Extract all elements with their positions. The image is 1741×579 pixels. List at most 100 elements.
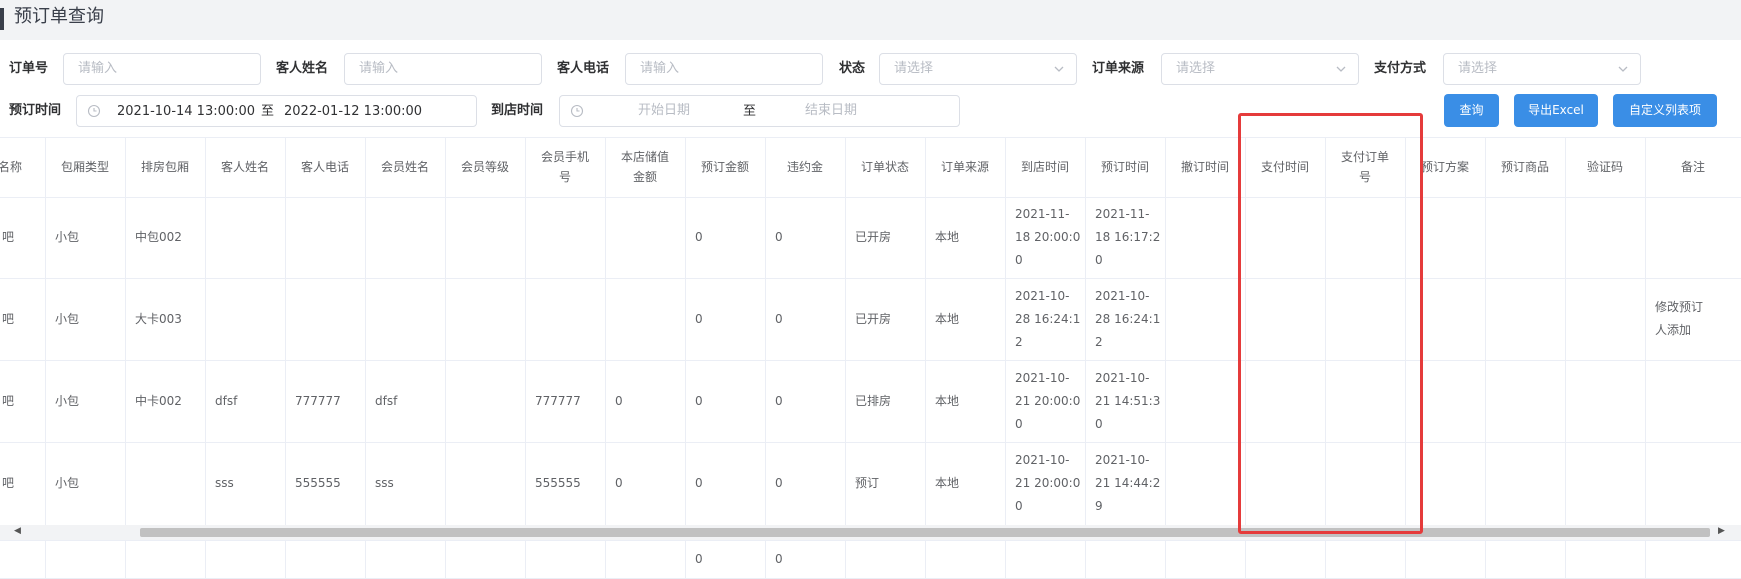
- table-cell-member-phone: [525, 197, 605, 278]
- cell-text: 0: [615, 393, 623, 408]
- horizontal-scrollbar[interactable]: ◀ ▶: [0, 525, 1741, 540]
- table-cell-penalty: 0: [765, 360, 845, 442]
- column-header-label: 预订商品: [1500, 160, 1549, 174]
- table-cell-arrival: 2021-10- 21 20:00:0 0: [1005, 360, 1085, 442]
- column-header-line: 金额: [632, 170, 657, 184]
- cell-text: sss: [215, 476, 234, 490]
- chevron-down-icon: [1618, 66, 1628, 72]
- table-cell-booked: 2021-10- 21 14:51:3 0: [1085, 360, 1165, 442]
- order-source-select[interactable]: 请选择: [1161, 53, 1359, 85]
- guest-phone-input[interactable]: 请输入: [625, 53, 823, 85]
- column-header-label: 预订时间: [1100, 160, 1149, 174]
- table-cell-room-type: 小包: [45, 360, 125, 442]
- cell-line: 2021-11-: [1015, 207, 1070, 221]
- table-cell-penalty: 0: [765, 197, 845, 278]
- table-cell-arrival: 2021-10- 21 20:00:0 0: [1005, 442, 1085, 525]
- payment-method-select[interactable]: 请选择: [1443, 53, 1641, 85]
- cell-text: 小包: [55, 393, 80, 408]
- column-header-label: 到店时间: [1020, 160, 1069, 174]
- table-cell-stored-value: [605, 197, 685, 278]
- arrival-time-range[interactable]: 开始日期 至 结束日期: [559, 95, 960, 127]
- table-cell-member-phone: 555555: [525, 442, 605, 525]
- table-cell-room: 大卡003: [125, 278, 205, 360]
- column-header-line: 号: [558, 170, 571, 184]
- cell-text: dfsf: [215, 393, 238, 408]
- summary-penalty: 0: [765, 540, 845, 578]
- order-no-label: 订单号: [9, 61, 49, 76]
- cell-text: 本地: [935, 476, 960, 490]
- cell-line: 21 20:00:0: [1015, 393, 1081, 408]
- cell-text: 小包: [55, 311, 80, 326]
- table-cell-status: 已开房: [845, 197, 925, 278]
- order-no-input[interactable]: 请输入: [63, 53, 261, 85]
- cell-text: 已开房: [855, 230, 892, 244]
- cell-line: 21 20:00:0: [1015, 476, 1081, 490]
- custom-columns-button[interactable]: 自定义列表项: [1613, 94, 1717, 127]
- table-cell-remark: [1645, 442, 1741, 525]
- table-cell-booked: 2021-10- 28 16:24:1 2: [1085, 278, 1165, 360]
- column-header: 本店储值 金额: [605, 137, 685, 197]
- table-cell-arrival: 2021-11- 18 20:00:0 0: [1005, 197, 1085, 278]
- arrival-time-end-placeholder: 结束日期: [805, 103, 858, 118]
- scroll-right-icon[interactable]: ▶: [1718, 526, 1725, 536]
- table-cell-goods: [1485, 360, 1565, 442]
- booking-time-range[interactable]: 2021-10-14 13:00:00 至 2022-01-12 13:00:0…: [76, 95, 477, 127]
- chevron-down-icon: [1336, 66, 1346, 72]
- column-header: 会员姓名: [365, 137, 445, 197]
- table-cell-name: 吧: [0, 442, 45, 525]
- cell-text: dfsf: [375, 393, 398, 408]
- scroll-thumb[interactable]: [140, 528, 1710, 537]
- column-header-label: 撤订时间: [1180, 160, 1229, 174]
- booking-time-separator: 至: [261, 104, 275, 119]
- cell-line: 2021-10-: [1095, 370, 1150, 385]
- table-cell-remark: [1645, 197, 1741, 278]
- scroll-left-icon[interactable]: ◀: [14, 526, 21, 536]
- booking-time-end: 2022-01-12 13:00:00: [284, 104, 423, 119]
- cell-line: 21 14:44:2: [1095, 476, 1161, 490]
- guest-phone-label: 客人电话: [557, 61, 610, 76]
- table-cell-member-name: dfsf: [365, 360, 445, 442]
- table-cell-cancelled: [1165, 197, 1245, 278]
- column-header-label: 会员姓名: [380, 160, 429, 174]
- table-cell-guest-phone: 777777: [285, 360, 365, 442]
- page-title-bar: 预订单查询: [0, 0, 1741, 40]
- status-label: 状态: [839, 61, 866, 76]
- export-excel-button[interactable]: 导出Excel: [1514, 94, 1598, 127]
- clock-icon: [87, 104, 101, 118]
- table-cell-source: 本地: [925, 442, 1005, 525]
- column-header-label: 预订金额: [700, 160, 749, 174]
- booking-time-start: 2021-10-14 13:00:00: [117, 104, 256, 119]
- cell-text: 0: [695, 311, 703, 326]
- column-header: 备注: [1645, 137, 1741, 197]
- column-header-label: 客人姓名: [220, 160, 269, 174]
- query-button[interactable]: 查询: [1444, 94, 1499, 127]
- table-cell-room-type: 小包: [45, 278, 125, 360]
- guest-name-placeholder: 请输入: [359, 61, 399, 76]
- cell-text: 555555: [295, 476, 341, 490]
- guest-phone-placeholder: 请输入: [640, 61, 680, 76]
- table-cell-member-level: [445, 360, 525, 442]
- cell-line: 2021-10-: [1015, 370, 1070, 385]
- table-cell-goods: [1485, 197, 1565, 278]
- table-cell-arrival: 2021-10- 28 16:24:1 2: [1005, 278, 1085, 360]
- summary-value: 0: [775, 551, 783, 566]
- arrival-time-separator: 至: [743, 104, 757, 119]
- cell-line: 0: [1015, 253, 1023, 267]
- column-header-label: 预订方案: [1420, 160, 1469, 174]
- cell-text: 预订: [855, 476, 880, 490]
- table-cell-status: 已开房: [845, 278, 925, 360]
- order-source-label: 订单来源: [1092, 61, 1145, 76]
- column-header: 订单状态: [845, 137, 925, 197]
- table-cell-penalty: 0: [765, 442, 845, 525]
- guest-name-input[interactable]: 请输入: [344, 53, 542, 85]
- column-header-label: 验证码: [1586, 160, 1623, 174]
- table-cell-member-phone: 777777: [525, 360, 605, 442]
- cell-text: 0: [695, 476, 703, 490]
- cell-text: 777777: [535, 393, 581, 408]
- cell-text: 中包002: [135, 230, 182, 244]
- table-cell-name: 吧: [0, 278, 45, 360]
- column-header: 订单来源: [925, 137, 1005, 197]
- cell-text: 中卡002: [135, 393, 182, 408]
- column-header: 会员手机号: [525, 137, 605, 197]
- status-select[interactable]: 请选择: [879, 53, 1077, 85]
